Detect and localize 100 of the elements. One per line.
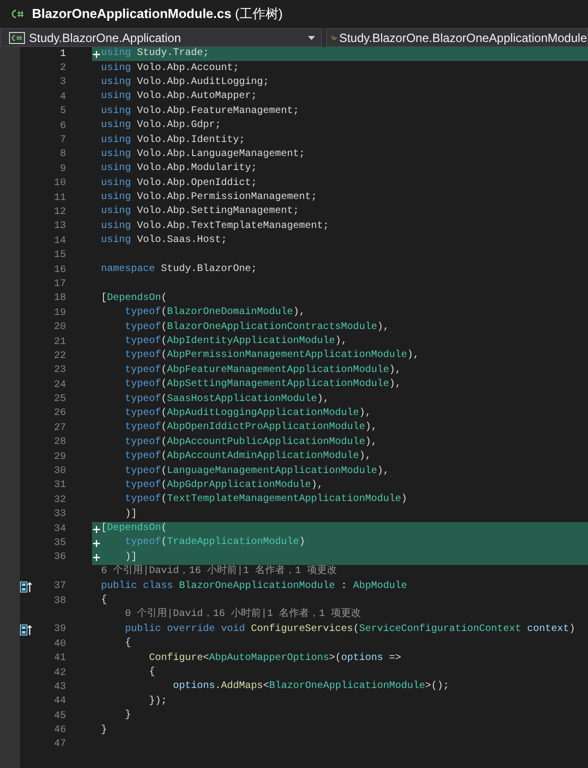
caret-icon [308, 36, 315, 40]
line-number: 46 [52, 724, 66, 738]
line-number: 20 [52, 321, 66, 336]
line-number: 17 [52, 278, 66, 292]
line-number: 32 [52, 494, 66, 508]
line-number: 41 [52, 652, 66, 666]
code-line: using Volo.Abp.Modularity; [101, 164, 258, 174]
line-number: 36 [52, 551, 66, 566]
line-number: 45 [52, 710, 66, 724]
code-line: typeof(AbpIdentityApplicationModule), [124, 337, 348, 347]
code-line: typeof(AbpAuditLoggingApplicationModule), [124, 408, 372, 419]
code-lens-info[interactable]: 0 个引用|David，16 小时前|1 名作者，1 项更改 [92, 610, 362, 620]
code-line: using Volo.Abp.AutoMapper; [101, 92, 258, 102]
code-line: typeof(AbpSettingManagementApplicationModule), [124, 380, 402, 390]
line-number: 27 [52, 422, 66, 436]
code-line: typeof(LanguageManagementApplicationModule), [124, 466, 390, 477]
line-number: 12 [52, 206, 66, 220]
code-line: { [101, 596, 108, 606]
line-number: 42 [52, 666, 66, 680]
code-line: { [124, 639, 132, 650]
line-number: 28 [52, 436, 66, 450]
line-number: 33 [52, 508, 66, 522]
code-line: typeof(TradeApplicationModule) [124, 538, 306, 548]
line-number: 15 [52, 249, 66, 264]
code-line: public class BlazorOneApplicationModule : AbpModule [101, 582, 408, 592]
line-number: 19 [52, 306, 66, 321]
line-number: 18 [52, 292, 66, 306]
code-line: typeof(AbpAccountPublicApplicationModule), [124, 438, 378, 448]
csharp-file-icon [10, 8, 24, 20]
line-number: 31 [52, 479, 66, 494]
line-number: 7 [58, 134, 66, 148]
member-dropdown[interactable]: Study.BlazorOne.BlazorOneApplicationModule [326, 28, 588, 47]
line-number: 38 [52, 594, 66, 609]
code-line: using Volo.Abp.OpenIddict; [101, 178, 258, 189]
code-line: using Volo.Abp.Identity; [101, 136, 246, 146]
code-line: } [124, 711, 132, 722]
line-number: 47 [52, 738, 66, 752]
code-line: [DependsOn( [101, 294, 168, 304]
line-number: 1 [58, 48, 66, 62]
code-line: typeof(TextTemplateManagementApplicationModule) [124, 495, 408, 506]
line-number: 35 [52, 536, 66, 551]
project-dropdown[interactable]: Study.BlazorOne.Application [0, 28, 322, 47]
line-number: 40 [52, 638, 66, 652]
line-number: 6 [58, 120, 66, 134]
reference-marker-icon[interactable] [20, 624, 32, 636]
code-line: using Volo.Abp.Gdpr; [101, 121, 222, 132]
line-number: 5 [58, 105, 66, 120]
code-line: using Volo.Saas.Host; [101, 236, 228, 246]
code-line: typeof(BlazorOneDomainModule), [124, 308, 306, 318]
code-line: typeof(AbpAccountAdminApplicationModule), [124, 452, 372, 462]
line-number: 2 [58, 62, 66, 76]
code-line: typeof(SaasHostApplicationModule), [124, 394, 330, 405]
code-line: using Volo.Abp.SettingManagement; [101, 207, 300, 218]
code-line: options.AddMaps<BlazorOneApplicationModule>(); [172, 682, 450, 692]
line-number: 24 [52, 378, 66, 393]
line-number: 3 [58, 76, 66, 90]
code-line: public override void ConfigureServices(ServiceConfigurationContext context) [124, 624, 576, 635]
code-line: )] [124, 510, 138, 520]
project-name: Study.BlazorOne.Application [29, 30, 182, 46]
line-number: 44 [52, 695, 66, 710]
code-line: }); [148, 696, 168, 707]
code-line: } [101, 726, 108, 736]
project-icon [9, 32, 25, 44]
code-line: Configure<AbpAutoMapperOptions>(options => [148, 654, 402, 664]
line-number: 25 [52, 393, 66, 408]
member-name: Study.BlazorOne.BlazorOneApplicationModule [339, 30, 587, 46]
line-number: 4 [58, 90, 66, 105]
reference-marker-icon[interactable] [20, 580, 32, 593]
code-line: using Volo.Abp.AuditLogging; [101, 78, 270, 88]
line-number: 39 [52, 623, 66, 638]
code-line: [DependsOn( [101, 524, 168, 534]
code-line: using Volo.Abp.PermissionManagement; [101, 193, 318, 204]
line-number: 14 [52, 234, 66, 249]
code-line: using Study.Trade; [101, 49, 210, 60]
line-number: 10 [52, 177, 66, 192]
code-line: using Volo.Abp.TextTemplateManagement; [101, 222, 330, 232]
line-number: 11 [52, 192, 66, 206]
line-number: 8 [58, 148, 66, 162]
code-line: typeof(AbpFeatureManagementApplicationModule), [124, 366, 402, 376]
line-number: 9 [58, 162, 66, 177]
code-line: typeof(AbpPermissionManagementApplicationModule), [124, 351, 420, 362]
line-number: 16 [52, 264, 66, 278]
line-number: 21 [52, 336, 66, 350]
code-line: typeof(AbpGdprApplicationModule), [124, 480, 324, 491]
line-number: 23 [52, 364, 66, 378]
line-number: 13 [52, 220, 66, 234]
code-line: )] [124, 552, 138, 563]
line-number: 30 [52, 465, 66, 480]
line-number: 43 [52, 680, 66, 695]
line-number: 26 [52, 407, 66, 422]
line-number: 37 [52, 580, 66, 594]
code-line: namespace Study.BlazorOne; [101, 265, 258, 276]
code-lens-info[interactable]: 6 个引用|David，16 小时前|1 名作者，1 项更改 [92, 567, 338, 578]
file-tab-title[interactable]: BlazorOneApplicationModule.cs (工作树) [32, 4, 283, 24]
code-line: typeof(BlazorOneApplicationContractsModule), [124, 322, 390, 333]
code-line: using Volo.Abp.LanguageManagement; [101, 150, 306, 160]
line-number: 29 [52, 450, 66, 465]
code-line: using Volo.Abp.Account; [101, 64, 240, 74]
code-line: typeof(AbpOpenIddictProApplicationModule), [124, 423, 378, 434]
code-line: using Volo.Abp.FeatureManagement; [101, 106, 300, 117]
